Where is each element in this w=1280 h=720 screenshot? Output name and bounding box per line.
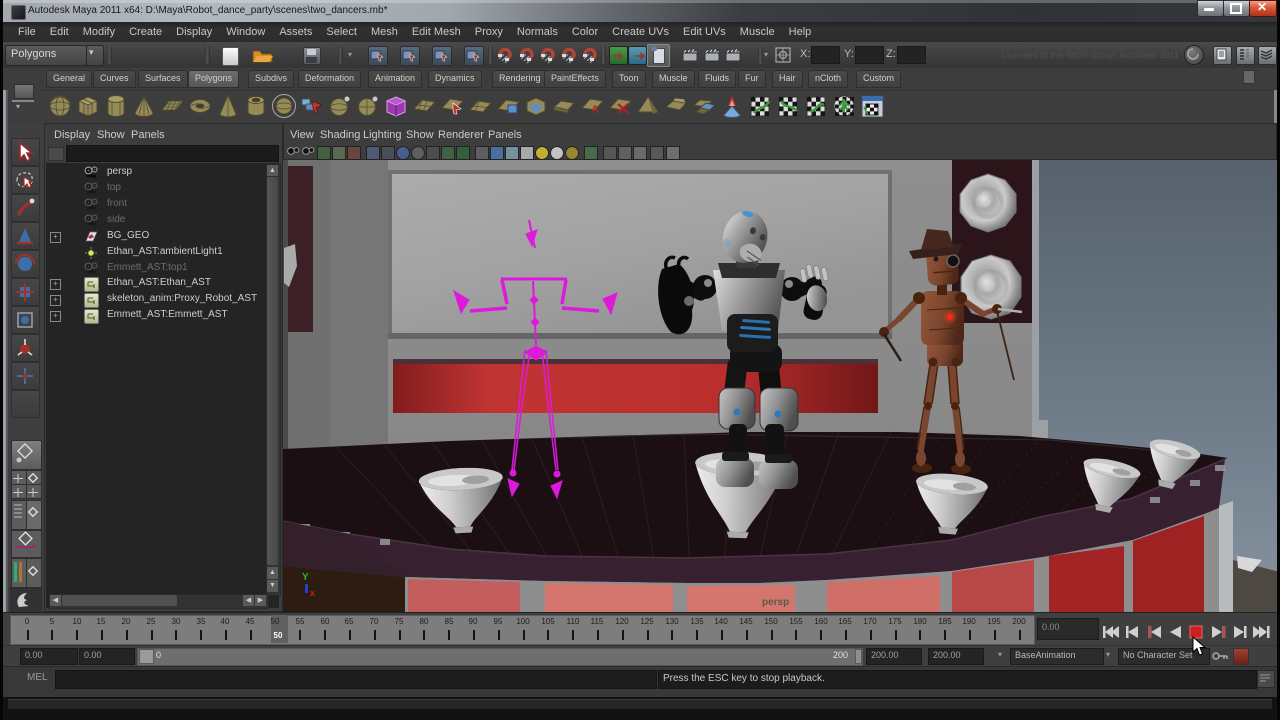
svg-text:A: A [591, 104, 599, 116]
svg-text:persp: persp [762, 597, 789, 608]
svg-text:Y: Y [302, 572, 309, 583]
svg-text:x: x [310, 588, 315, 598]
